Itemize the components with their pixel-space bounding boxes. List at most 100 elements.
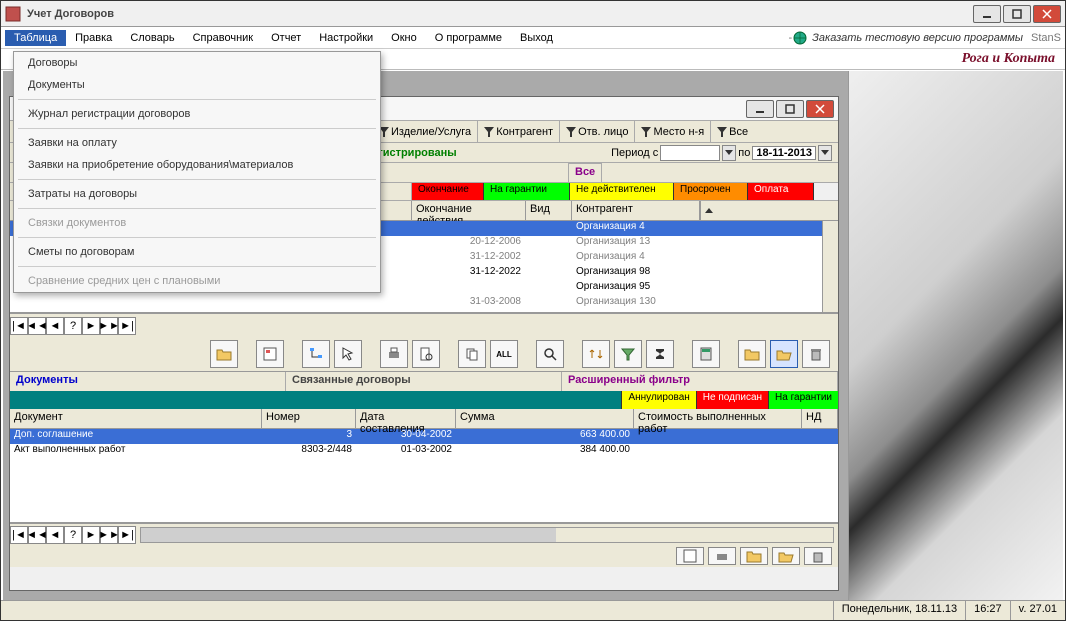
order-trial-link[interactable]: Заказать тестовую версию программы [792,30,1023,46]
calculator-icon [698,346,714,362]
dd-zayavki-priobr[interactable]: Заявки на приобретение оборудования\мате… [14,154,380,176]
col-document[interactable]: Документ [10,409,262,428]
dd-zayavki-oplata[interactable]: Заявки на оплату [14,132,380,154]
tool-print[interactable] [380,340,408,368]
window-title: Учет Договоров [27,8,973,20]
chip-unsigned[interactable]: Не подписан [696,391,768,409]
minimize-button[interactable] [973,5,1001,23]
tab-ext-filter[interactable]: Расширенный фильтр [562,372,838,391]
lowtool-5[interactable] [804,547,832,565]
nav2-last[interactable]: ►| [118,526,136,544]
menu-exit[interactable]: Выход [511,30,562,46]
lowtool-1[interactable] [676,547,704,565]
dd-sravnenie: Сравнение средних цен с плановыми [14,270,380,292]
tool-tree[interactable] [302,340,330,368]
menu-otchet[interactable]: Отчет [262,30,310,46]
dd-dogovory[interactable]: Договоры [14,52,380,74]
chip-warranty[interactable]: На гарантии [768,391,838,409]
tool-filter[interactable] [614,340,642,368]
lowtool-2[interactable] [708,547,736,565]
nav-prev[interactable]: ◄ [46,317,64,335]
menu-pravka[interactable]: Правка [66,30,121,46]
tool-search[interactable] [536,340,564,368]
nav-pos[interactable]: ? [64,317,82,335]
status-oplata[interactable]: Оплата [748,183,814,200]
lowtool-3[interactable] [740,547,768,565]
filter-izdelie[interactable]: Изделие/Услуга [372,121,477,142]
dd-zhurnal[interactable]: Журнал регистрации договоров [14,103,380,125]
menu-nastroiki[interactable]: Настройки [310,30,382,46]
inner-close-button[interactable] [806,100,834,118]
status-okonchanie[interactable]: Окончание [412,183,484,200]
col-vid[interactable]: Вид [526,201,572,220]
nav-last[interactable]: ►| [118,317,136,335]
printer-icon [386,346,402,362]
maximize-button[interactable] [1003,5,1031,23]
nav2-prevpage[interactable]: ◄◄ [28,526,46,544]
col-nd[interactable]: НД [802,409,838,428]
nav2-nextpage[interactable]: ►► [100,526,118,544]
inner-maximize-button[interactable] [776,100,804,118]
lower-grid[interactable]: Доп. соглашение 3 30-04-2002 663 400.00 … [10,429,838,523]
col-cost[interactable]: Стоимость выполненных работ [634,409,802,428]
tool-preview[interactable] [412,340,440,368]
nav-nextpage[interactable]: ►► [100,317,118,335]
tool-sum[interactable] [646,340,674,368]
menu-okno[interactable]: Окно [382,30,426,46]
close-button[interactable] [1033,5,1061,23]
lowtool-4[interactable] [772,547,800,565]
tool-openfolder[interactable] [770,340,798,368]
col-kontragent[interactable]: Контрагент [572,201,700,220]
menu-about[interactable]: О программе [426,30,511,46]
status-nedeistv[interactable]: Не действителен [570,183,674,200]
col-okonchanie[interactable]: Окончание действия [412,201,526,220]
filter-mesto[interactable]: Место н-я [634,121,710,142]
menu-tablica[interactable]: Таблица [5,30,66,46]
filter-kontragent[interactable]: Контрагент [477,121,559,142]
filter-vse[interactable]: Все [710,121,754,142]
period-to-dropdown[interactable] [818,145,832,161]
dd-zatraty[interactable]: Затраты на договоры [14,183,380,205]
chip-annul[interactable]: Аннулирован [621,391,695,409]
status-chips: Аннулирован Не подписан На гарантии [10,391,838,409]
nav2-prev[interactable]: ◄ [46,526,64,544]
tool-calc[interactable] [692,340,720,368]
nav-prevpage[interactable]: ◄◄ [28,317,46,335]
tool-card[interactable] [256,340,284,368]
dd-smety[interactable]: Сметы по договорам [14,241,380,263]
tab-linked[interactable]: Связанные договоры [286,372,562,391]
col-number[interactable]: Номер [262,409,356,428]
tool-select[interactable] [334,340,362,368]
filter-otvlitso[interactable]: Отв. лицо [559,121,634,142]
horizontal-scrollbar[interactable] [140,527,834,543]
card-icon [682,548,698,564]
period-from-dropdown[interactable] [722,145,736,161]
period-to-value[interactable]: 18-11-2013 [752,146,816,160]
period-from-input[interactable] [660,145,720,161]
tool-all[interactable]: ALL [490,340,518,368]
folder-open-icon [778,548,794,564]
tool-open[interactable] [210,340,238,368]
col-date[interactable]: Дата составления [356,409,456,428]
dd-dokumenty[interactable]: Документы [14,74,380,96]
table-row: 31-07-2008Организация 132 [10,311,838,313]
menu-spravochnik[interactable]: Справочник [184,30,263,46]
nav2-pos[interactable]: ? [64,526,82,544]
table-row: Акт выполненных работ 8303-2/448 01-03-2… [10,444,838,459]
lower-toolbar-peek [10,545,838,567]
tool-sort[interactable] [582,340,610,368]
tool-newfolder[interactable] [738,340,766,368]
col-sum[interactable]: Сумма [456,409,634,428]
scroll-up-button[interactable] [700,201,716,220]
status-prosrochen[interactable]: Просрочен [674,183,748,200]
vertical-scrollbar[interactable] [822,221,838,312]
tool-copy[interactable] [458,340,486,368]
copy-icon [464,346,480,362]
inner-minimize-button[interactable] [746,100,774,118]
tab-vse[interactable]: Все [568,163,602,182]
menu-slovar[interactable]: Словарь [121,30,183,46]
tab-documents[interactable]: Документы [10,372,286,391]
status-nagarantii[interactable]: На гарантии [484,183,570,200]
tool-delete[interactable] [802,340,830,368]
sort-icon [588,346,604,362]
